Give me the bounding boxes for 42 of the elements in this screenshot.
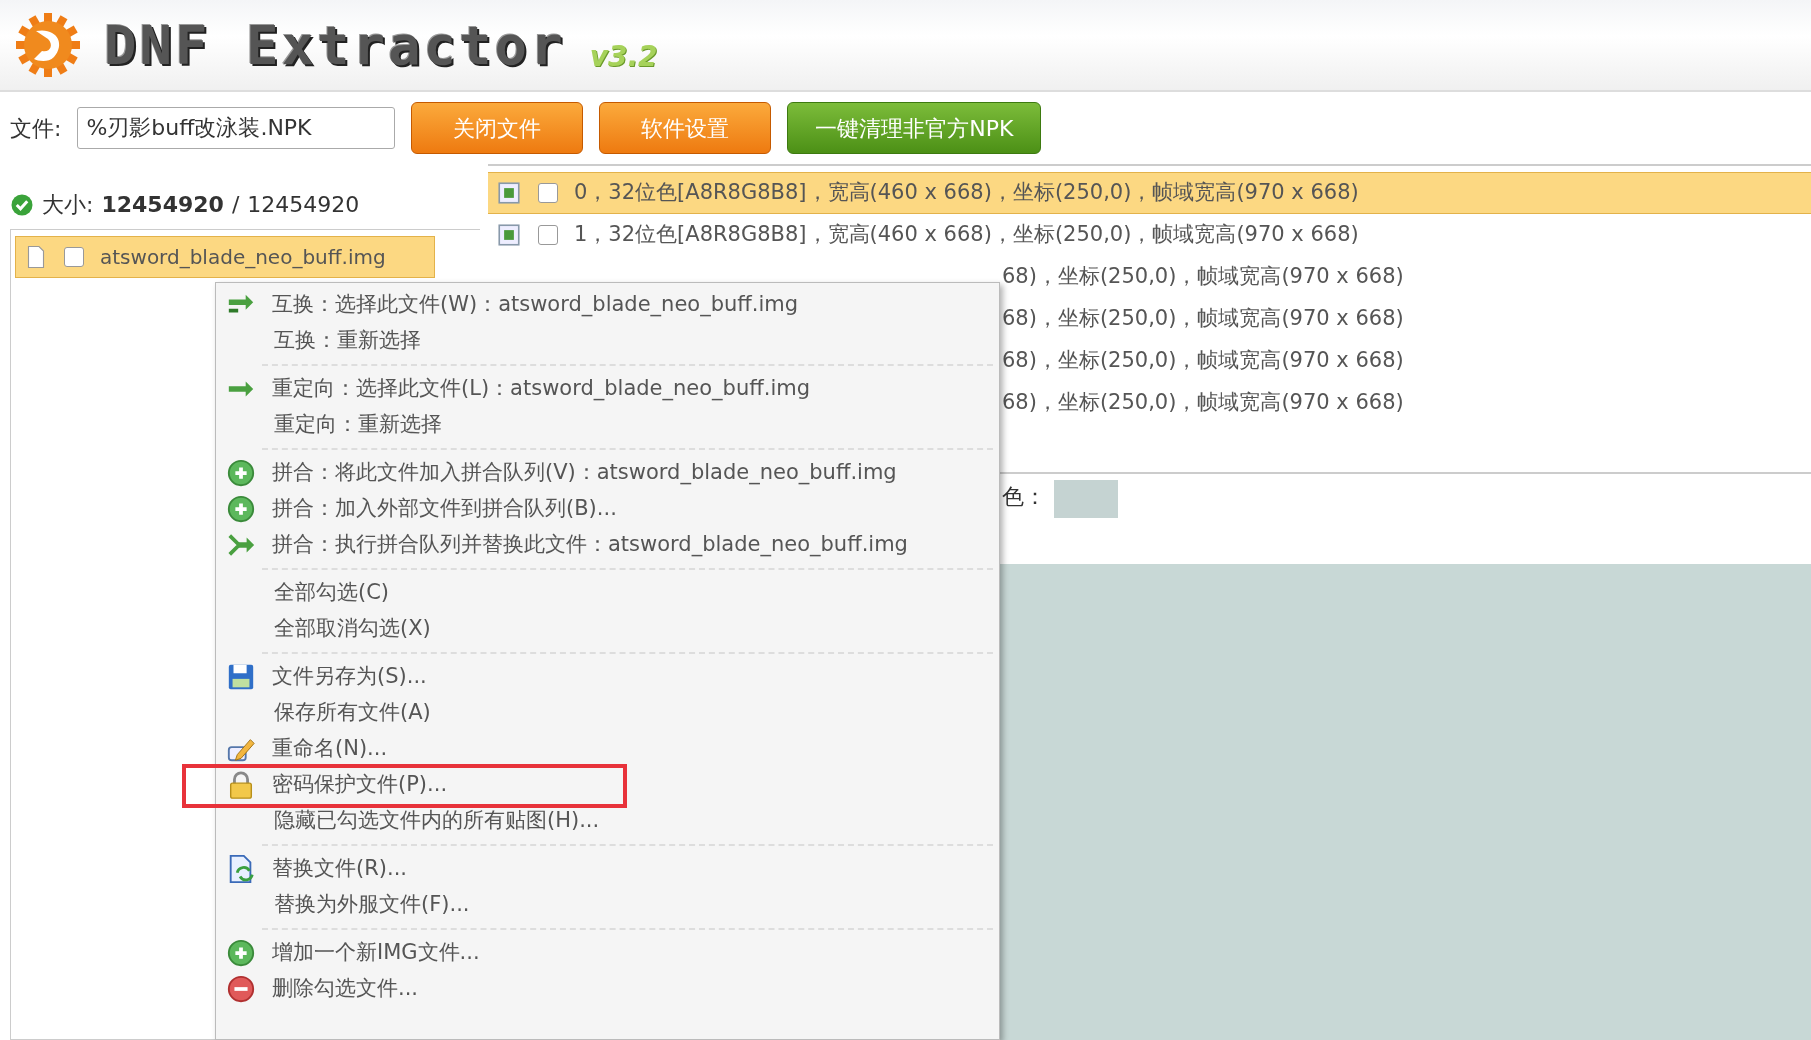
size-value: 12454920 [101, 191, 224, 219]
menu-item[interactable]: 拼合：执行拼合队列并替换此文件：atsword_blade_neo_buff.img [222, 527, 993, 563]
frame-row[interactable]: 0，32位色[A8R8G8B8]，宽高(460 x 668)，坐标(250,0)，帧域宽高(970 x 668) [488, 172, 1811, 214]
menu-item[interactable]: 重定向：选择此文件(L)：atsword_blade_neo_buff.img [222, 371, 993, 407]
menu-item[interactable]: 替换为外服文件(F)... [222, 887, 993, 923]
plus-icon [226, 938, 256, 968]
size-separator: / [231, 191, 240, 219]
checkbox[interactable] [538, 183, 558, 203]
menu-item[interactable]: 隐藏已勾选文件内的所有贴图(H)... [222, 803, 993, 839]
menu-item[interactable]: 保存所有文件(A) [222, 695, 993, 731]
menu-item[interactable]: 全部勾选(C) [222, 575, 993, 611]
menu-item[interactable]: 密码保护文件(P)... [222, 767, 993, 803]
checkbox[interactable] [64, 247, 84, 267]
menu-item[interactable]: 增加一个新IMG文件... [222, 935, 993, 971]
menu-item[interactable]: 删除勾选文件... [222, 971, 993, 1007]
menu-item[interactable]: 重定向：重新选择 [222, 407, 993, 443]
menu-item[interactable]: 拼合：加入外部文件到拼合队列(B)... [222, 491, 993, 527]
menu-item[interactable]: 全部取消勾选(X) [222, 611, 993, 647]
minus-icon [226, 974, 256, 1004]
gear-logo-icon [16, 13, 80, 77]
menu-item[interactable]: 互换：重新选择 [222, 323, 993, 359]
checkbox[interactable] [538, 225, 558, 245]
checkmark-icon [10, 192, 34, 217]
plus-icon [226, 458, 256, 488]
color-label: 色： [1002, 483, 1046, 511]
menu-item[interactable]: 互换：选择此文件(W)：atsword_blade_neo_buff.img [222, 287, 993, 323]
menu-item[interactable]: 拼合：将此文件加入拼合队列(V)：atsword_blade_neo_buff.img [222, 455, 993, 491]
menu-item[interactable]: 文件另存为(S)... [222, 659, 993, 695]
color-swatch[interactable] [1054, 480, 1118, 518]
menu-item[interactable]: 重命名(N)... [222, 731, 993, 767]
plus-icon [226, 494, 256, 524]
version-label: v3.2 [589, 38, 658, 75]
app-title: DNF Extractor [104, 12, 566, 79]
file-label: 文件: [10, 114, 62, 143]
image-icon [496, 222, 522, 248]
image-icon [496, 180, 522, 206]
frame-row[interactable]: 1，32位色[A8R8G8B8]，宽高(460 x 668)，坐标(250,0)，帧域宽高(970 x 668) [488, 214, 1811, 256]
menu-item[interactable]: 替换文件(R)... [222, 851, 993, 887]
tree-item[interactable]: atsword_blade_neo_buff.img [15, 236, 435, 278]
size-label: 大小: [42, 191, 94, 219]
file-field[interactable]: %刃影buff改泳装.NPK [77, 107, 396, 149]
size-total: 12454920 [247, 191, 360, 219]
